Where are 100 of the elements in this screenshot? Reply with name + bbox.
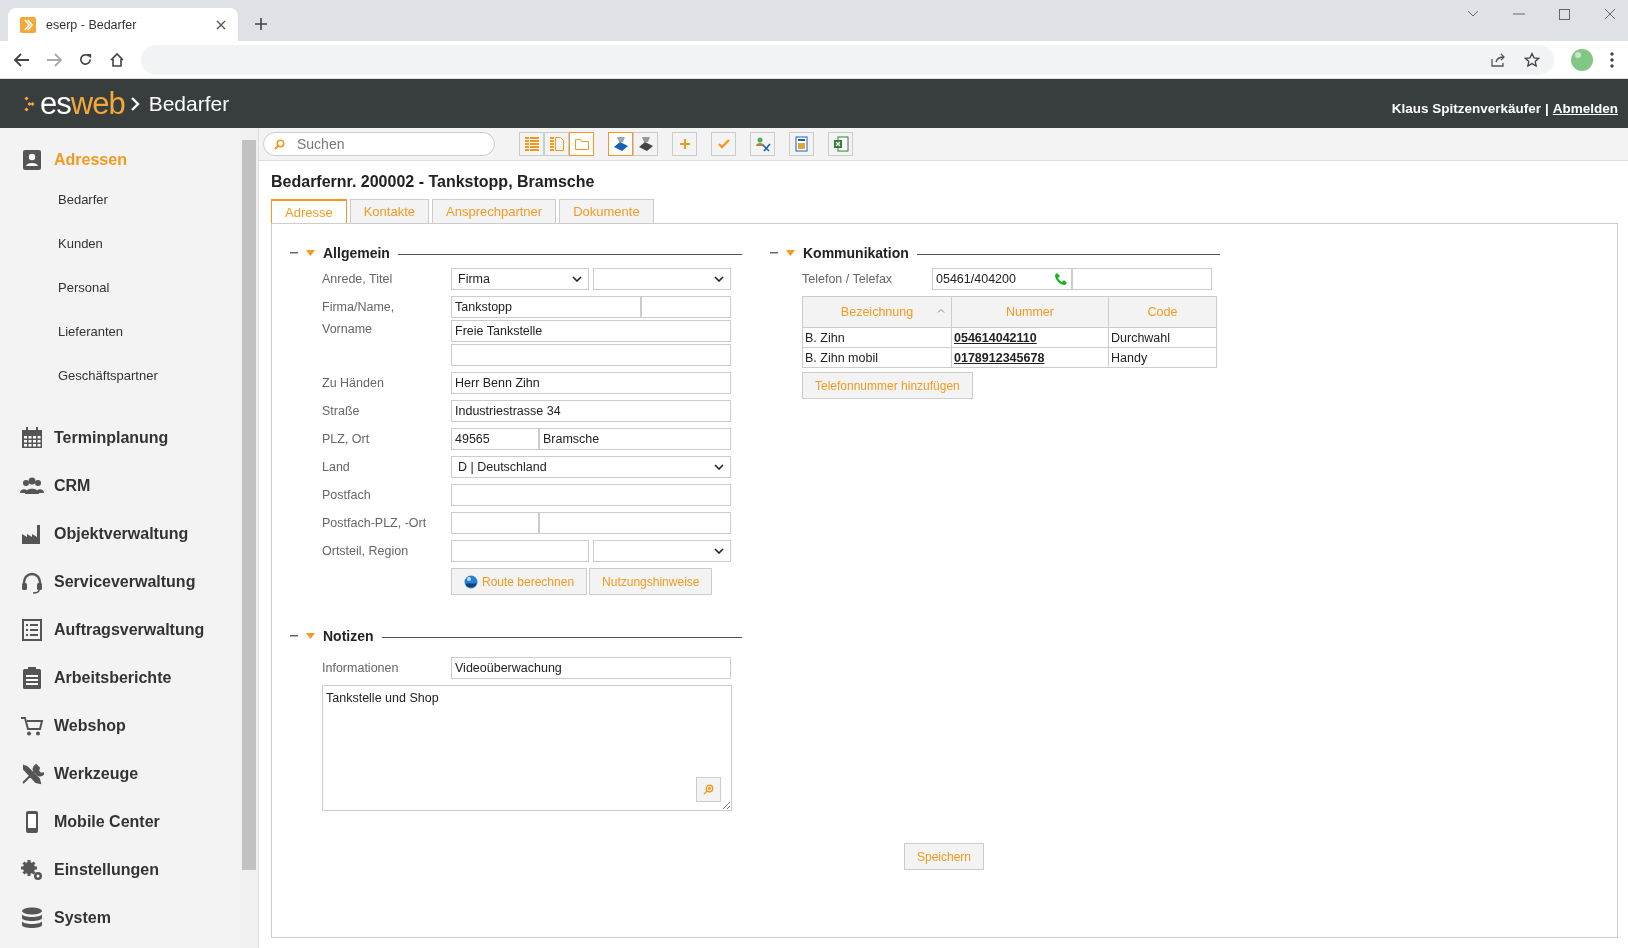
cart-icon xyxy=(20,714,44,738)
people-button[interactable] xyxy=(750,132,775,156)
user-name: Klaus Spitzenverkäufer xyxy=(1391,101,1541,116)
text-field[interactable] xyxy=(451,484,731,506)
new-tab-icon[interactable] xyxy=(254,17,268,31)
text-field[interactable] xyxy=(539,512,731,534)
select-field[interactable] xyxy=(593,540,731,562)
filter-button[interactable] xyxy=(608,132,633,156)
folder-icon xyxy=(573,136,590,152)
sidebar-subitem[interactable]: Kunden xyxy=(0,222,240,266)
triangle-down-icon[interactable] xyxy=(306,250,315,256)
sidebar-subitem[interactable]: Geschäftspartner xyxy=(0,354,240,398)
maximize-icon[interactable] xyxy=(1559,8,1570,20)
report-button[interactable] xyxy=(789,132,814,156)
add-button[interactable] xyxy=(672,132,697,156)
app-logo[interactable]: esweb xyxy=(40,88,125,119)
star-icon[interactable] xyxy=(1524,51,1540,68)
field-label: Straße xyxy=(321,403,361,420)
tools-icon xyxy=(20,762,44,786)
sidebar-item[interactable]: Arbeitsberichte xyxy=(0,654,240,702)
triangle-down-icon[interactable] xyxy=(786,250,795,256)
share-icon[interactable] xyxy=(1490,52,1506,67)
triangle-down-icon[interactable] xyxy=(306,633,315,639)
chevron-down-icon xyxy=(714,464,724,470)
close-icon[interactable] xyxy=(216,19,226,30)
sidebar-subitem[interactable]: Lieferanten xyxy=(0,310,240,354)
sidebar-item[interactable]: Webshop xyxy=(0,702,240,750)
table-cell: Durchwahl xyxy=(1108,327,1217,348)
phone-field[interactable]: 05461/404200 xyxy=(932,268,1072,290)
text-field[interactable]: Freie Tankstelle xyxy=(451,320,731,342)
sidebar-item[interactable]: System xyxy=(0,894,240,942)
folder-view-button[interactable] xyxy=(569,132,594,156)
sidebar-item[interactable]: Einstellungen xyxy=(0,846,240,894)
filter-button[interactable] xyxy=(633,132,658,156)
text-field[interactable]: Industriestrasse 34 xyxy=(451,400,731,422)
sidebar-item[interactable]: Terminplanung xyxy=(0,414,240,462)
tab-title: eserp - Bedarfer xyxy=(46,17,138,32)
back-icon[interactable] xyxy=(14,52,30,67)
select-field[interactable]: D | Deutschland xyxy=(451,456,731,478)
phone-call-icon[interactable] xyxy=(1054,272,1068,286)
detail-view-button[interactable] xyxy=(544,132,569,156)
report-icon xyxy=(793,136,810,152)
field-label: Informationen xyxy=(321,660,400,677)
chevron-down-icon xyxy=(714,548,724,554)
reload-icon[interactable] xyxy=(78,52,93,67)
resize-grip-icon[interactable] xyxy=(722,801,730,809)
text-field[interactable] xyxy=(451,540,589,562)
sidebar-item[interactable]: Auftragsverwaltung xyxy=(0,606,240,654)
sidebar-item[interactable]: Objektverwaltung xyxy=(0,510,240,558)
breadcrumb-title: Bedarfer xyxy=(148,91,230,116)
select-field[interactable] xyxy=(593,268,731,290)
separator-text: | xyxy=(1544,101,1549,116)
sidebar-item[interactable]: Werkzeuge xyxy=(0,750,240,798)
field-label: Land xyxy=(321,459,351,476)
sidebar-item[interactable]: Serviceverwaltung xyxy=(0,558,240,606)
address-field[interactable] xyxy=(141,44,1554,75)
check-button[interactable] xyxy=(711,132,736,156)
zoom-button[interactable] xyxy=(696,777,721,802)
select-field[interactable]: Firma xyxy=(451,268,589,290)
funnel-icon xyxy=(612,136,629,152)
close-icon[interactable] xyxy=(1604,8,1616,20)
field-label: Firma/Name, Vorname xyxy=(321,299,396,338)
sidebar-item[interactable]: Mobile Center xyxy=(0,798,240,846)
zoom-icon xyxy=(703,784,714,795)
chevron-down-icon[interactable] xyxy=(1467,10,1479,18)
text-field[interactable]: Bramsche xyxy=(539,428,731,450)
more-icon[interactable] xyxy=(1610,51,1614,68)
forward-icon[interactable] xyxy=(46,52,62,67)
sidebar-subitem[interactable]: Bedarfer xyxy=(0,178,240,222)
sidebar-item[interactable]: CRM xyxy=(0,462,240,510)
logout-link[interactable]: Abmelden xyxy=(1552,101,1618,116)
browser-tab[interactable]: eserp - Bedarfer xyxy=(8,8,238,41)
fax-field[interactable] xyxy=(1072,268,1212,290)
spreadsheet-icon xyxy=(832,136,849,152)
notes-textarea[interactable]: Tankstelle und Shop xyxy=(322,685,732,811)
text-field[interactable]: 49565 xyxy=(451,428,539,450)
text-field[interactable] xyxy=(641,296,731,318)
field-label: Telefon / Telefax xyxy=(801,271,894,288)
spreadsheet-button[interactable] xyxy=(828,132,853,156)
text-field[interactable]: Tankstopp xyxy=(451,296,641,318)
profile-avatar-icon[interactable] xyxy=(1570,47,1594,72)
table-cell: Handy xyxy=(1108,347,1217,368)
chevron-down-icon xyxy=(572,276,582,282)
headset-icon xyxy=(20,570,44,594)
text-field[interactable] xyxy=(451,512,539,534)
globe-icon xyxy=(464,574,478,589)
field-label: Postfach-PLZ, -Ort xyxy=(321,515,428,532)
text-field[interactable]: Videoüberwachung xyxy=(451,657,731,679)
field-label: Ortsteil, Region xyxy=(321,543,410,560)
text-field[interactable] xyxy=(451,344,731,366)
table-cell: B. Zihn xyxy=(802,327,952,348)
home-icon[interactable] xyxy=(109,51,125,68)
section-title: Kommunikation xyxy=(803,245,909,261)
list-view-button[interactable] xyxy=(519,132,544,156)
search-field[interactable]: Suchen xyxy=(263,132,495,156)
app-logo-icon xyxy=(20,16,36,33)
notes-text: Tankstelle und Shop xyxy=(326,691,439,705)
database-icon xyxy=(20,906,44,930)
sidebar-subitem[interactable]: Personal xyxy=(0,266,240,310)
text-field[interactable]: Herr Benn Zihn xyxy=(451,372,731,394)
